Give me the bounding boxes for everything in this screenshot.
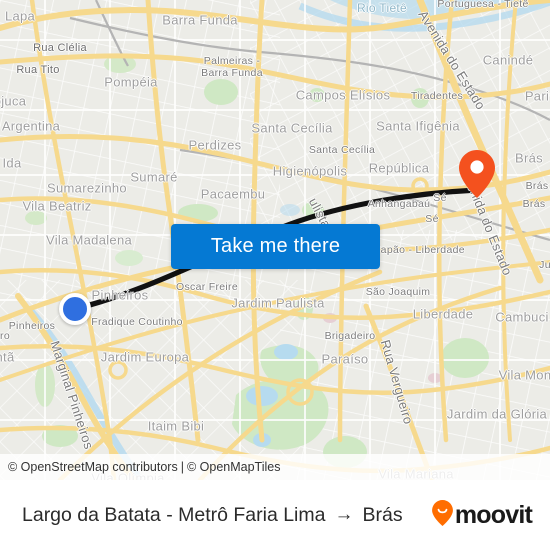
arrow-right-icon: → — [334, 503, 354, 525]
attribution-osm[interactable]: © OpenStreetMap contributors — [8, 460, 178, 474]
moovit-trip-screen: Lapa Barra Funda Rio Tietê Portuguesa - Tie… — [0, 0, 550, 550]
attribution-separator: | — [180, 460, 184, 474]
moovit-pin-icon — [431, 499, 453, 531]
moovit-logo[interactable]: moovit — [431, 499, 533, 531]
take-me-there-button[interactable]: Take me there — [171, 224, 380, 269]
origin-marker-icon[interactable] — [59, 293, 91, 325]
attribution-maptiles[interactable]: © OpenMapTiles — [187, 460, 281, 474]
destination-marker-icon[interactable] — [459, 150, 495, 198]
trip-destination-label: Brás — [362, 503, 403, 526]
map-canvas[interactable]: Lapa Barra Funda Rio Tietê Portuguesa - Tie… — [0, 0, 550, 480]
map-attribution: © OpenStreetMap contributors | © OpenMapTi… — [0, 454, 550, 480]
moovit-wordmark: moovit — [454, 500, 533, 529]
footer-bar: Largo da Batata - Metrô Faria Lima → Brá… — [0, 480, 550, 550]
trip-origin-label: Largo da Batata - Metrô Faria Lima — [22, 503, 326, 526]
trip-summary: Largo da Batata - Metrô Faria Lima → Brá… — [22, 504, 432, 527]
